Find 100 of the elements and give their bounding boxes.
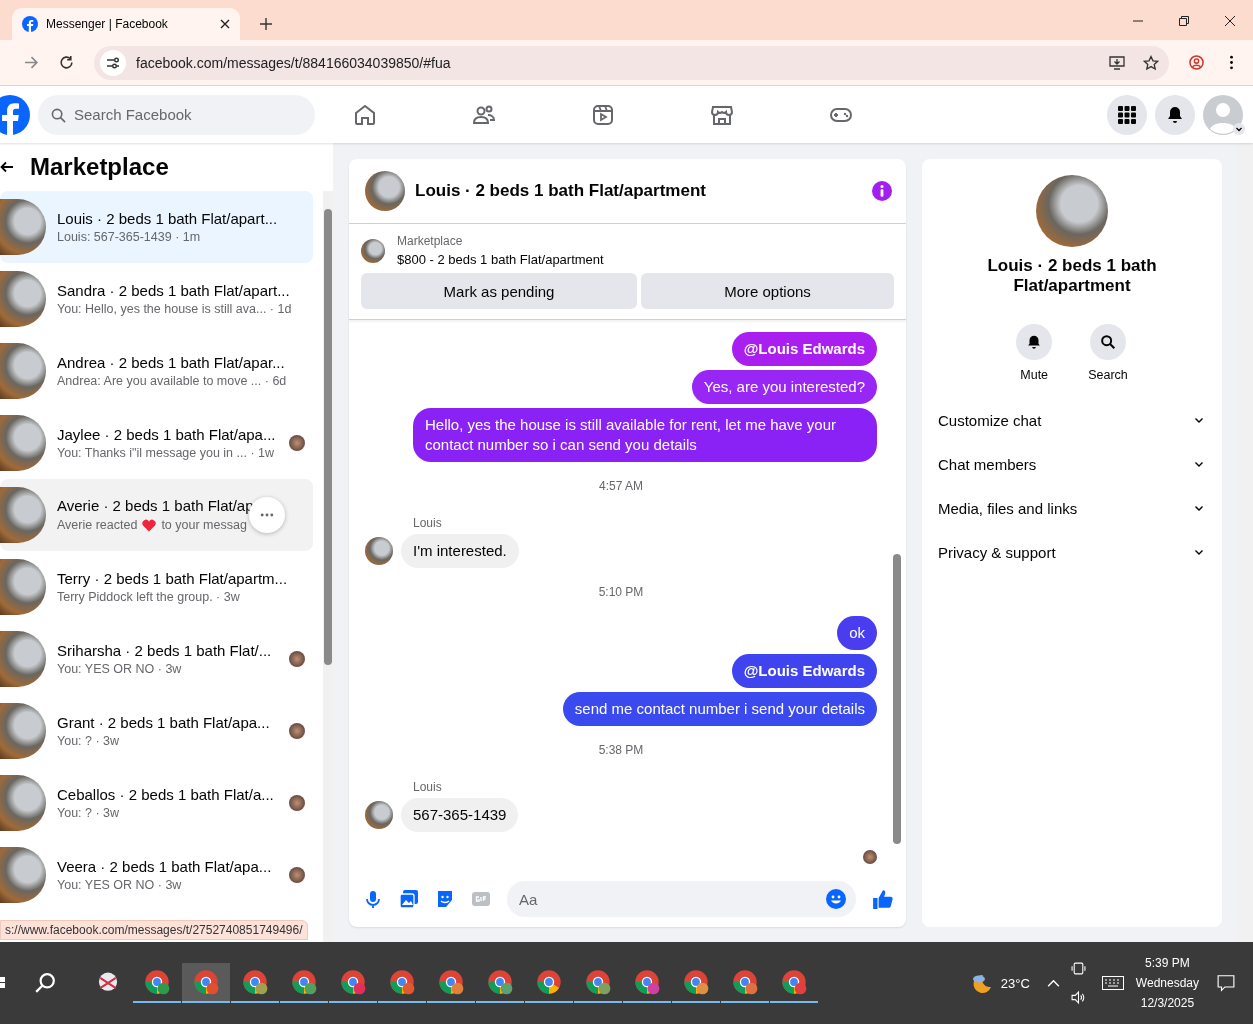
back-arrow-icon[interactable] [0,160,14,174]
notifications-icon[interactable] [1217,974,1235,992]
conversation-name: Ceballos · 2 beds 1 bath Flat/a... [57,786,275,803]
info-icon[interactable] [872,181,892,201]
restore-icon[interactable] [1179,16,1189,26]
conversation-item[interactable]: Sriharsha · 2 beds 1 bath Flat/... You: YES OR NO · 3w [0,623,313,695]
timestamp: 5:10 PM [598,585,644,599]
keyboard-icon[interactable] [1101,976,1124,990]
speaker-icon[interactable] [1070,990,1086,1005]
browser-icon [144,969,170,995]
close-icon[interactable] [1225,16,1235,26]
browser-icon [340,969,366,995]
message-bubble: Hello, yes the house is still available for rent, let me have your contact number so i can send you details [413,408,877,462]
video-icon[interactable] [591,102,615,127]
conversation-name: Louis · 2 beds 1 bath Flat/apart... [57,210,279,227]
browser-icon [634,969,660,995]
menu-button[interactable] [1107,94,1147,135]
conversation-item[interactable]: Louis · 2 beds 1 bath Flat/apart... Louis: 567-365-1439 · 1m [0,191,313,263]
message-bubble: ok [837,616,877,650]
smiley-icon[interactable] [826,889,846,909]
conversation-item[interactable]: Andrea · 2 beds 1 bath Flat/apar... Andrea: Are you available to move ... · 6d [0,335,313,407]
image-icon[interactable] [399,889,419,909]
section-header[interactable]: Privacy & support [938,530,1206,574]
scrollbar[interactable] [1237,143,1253,942]
browser-icon [585,969,611,995]
reload-icon[interactable] [59,55,74,70]
quick-action-label: Search [1088,368,1128,382]
conversation-item[interactable]: Terry · 2 beds 1 bath Flat/apartm... Terry Piddock left the group. · 3w [0,551,313,623]
thumbs-up-icon[interactable] [872,888,894,910]
message-bubble: 567-365-1439 [401,798,519,832]
new-tab-icon[interactable] [260,18,272,30]
section-label: Media, files and links [938,499,1078,517]
conversation-item[interactable]: Veera · 2 beds 1 bath Flat/apa... You: YES OR NO · 3w [0,839,313,911]
quick-action-button[interactable] [1016,324,1053,360]
browser-icon [438,969,464,995]
clock[interactable]: 5:39 PM Wednesday 12/3/2025 [1135,956,1199,1010]
section-header[interactable]: Media, files and links [938,486,1206,530]
conversation-name: Grant · 2 beds 1 bath Flat/apa... [57,714,271,731]
section-label: Chat members [938,455,1037,473]
message-preview: You: ? · 3w [57,806,120,820]
conversation-item[interactable]: Sandra · 2 beds 1 bath Flat/apart... You: Hello, yes the house is still ava... · 1d [0,263,313,335]
message-preview: You: ? · 3w [57,734,120,748]
message-preview: to your messag [161,518,247,532]
search-icon[interactable] [34,972,56,994]
notifications-button[interactable] [1155,94,1195,135]
photo-placeholder [365,801,393,829]
browser-icon [732,969,758,995]
url-text: facebook.com/messages/t/884166034039850/#fua [136,54,451,71]
link-preview-url: s://www.facebook.com/messages/t/2752740851749496/ [0,920,308,940]
listing-title: $800 - 2 beds 1 bath Flat/apartment [397,252,604,267]
browser-tab[interactable]: Messenger | Facebook [12,8,240,40]
conversation-name: Sandra · 2 beds 1 bath Flat/apart... [57,282,291,299]
message-preview: You: Hello, yes the house is still ava... · 1d [57,302,292,316]
profile-icon[interactable] [1189,55,1204,70]
sticker-icon[interactable] [435,889,455,909]
message-bubble: @Louis Edwards [731,654,877,688]
action-button[interactable]: Mark as pending [361,273,637,309]
listing-label: Marketplace [397,234,464,248]
photo-placeholder [361,238,385,263]
sender-name: Louis [413,516,443,530]
photo-placeholder [365,171,405,211]
search-field[interactable]: Search Facebook [38,94,315,135]
address-bar[interactable]: facebook.com/messages/t/884166034039850/#fua [94,45,1169,80]
caret-icon[interactable] [1233,122,1245,135]
install-app-icon[interactable] [1109,54,1125,71]
message-field[interactable]: Aa [507,881,856,917]
message-preview: You: YES OR NO · 3w [57,878,182,892]
forward-arrow-icon[interactable] [24,55,39,70]
section-header[interactable]: Chat members [938,442,1206,486]
conversation-name: Veera · 2 beds 1 bath Flat/apa... [57,858,273,875]
photo-placeholder [0,199,46,255]
grid-icon [1118,105,1136,124]
tab-title: Messenger | Facebook [46,17,169,31]
star-icon[interactable] [1143,54,1159,71]
conversation-item[interactable]: Ceballos · 2 beds 1 bath Flat/a... You: ? · 3w [0,767,313,839]
photo-placeholder [0,271,46,327]
phone-link-icon[interactable] [1070,961,1086,976]
scrollbar[interactable] [323,191,333,942]
home-icon[interactable] [353,102,377,127]
photo-placeholder [0,343,46,399]
browser-icon [193,969,219,995]
conversation-item[interactable]: Jaylee · 2 beds 1 bath Flat/apa... You: Thanks i"il message you in ... · 1w [0,407,313,479]
action-button[interactable]: More options [641,273,894,309]
browser-icon [242,969,268,995]
microphone-icon[interactable] [363,889,383,909]
browser-icon [291,969,317,995]
sender-name: Louis [413,780,443,794]
quick-action-button[interactable] [1090,324,1126,360]
site-settings-icon[interactable] [100,49,126,76]
browser-icon [536,969,562,995]
section-header[interactable]: Customize chat [938,398,1206,442]
facebook-logo-icon [22,16,38,32]
search-icon [1099,333,1117,351]
browser-icon [683,969,709,995]
temperature[interactable]: 23°C [1000,975,1030,991]
close-icon[interactable] [220,19,230,29]
timestamp: 5:38 PM [598,743,644,757]
conversation-item[interactable]: Grant · 2 beds 1 bath Flat/apa... You: ? · 3w [0,695,313,767]
conversation-name: Jaylee · 2 beds 1 bath Flat/apa... [57,426,277,443]
facebook-logo-icon[interactable] [0,94,30,135]
